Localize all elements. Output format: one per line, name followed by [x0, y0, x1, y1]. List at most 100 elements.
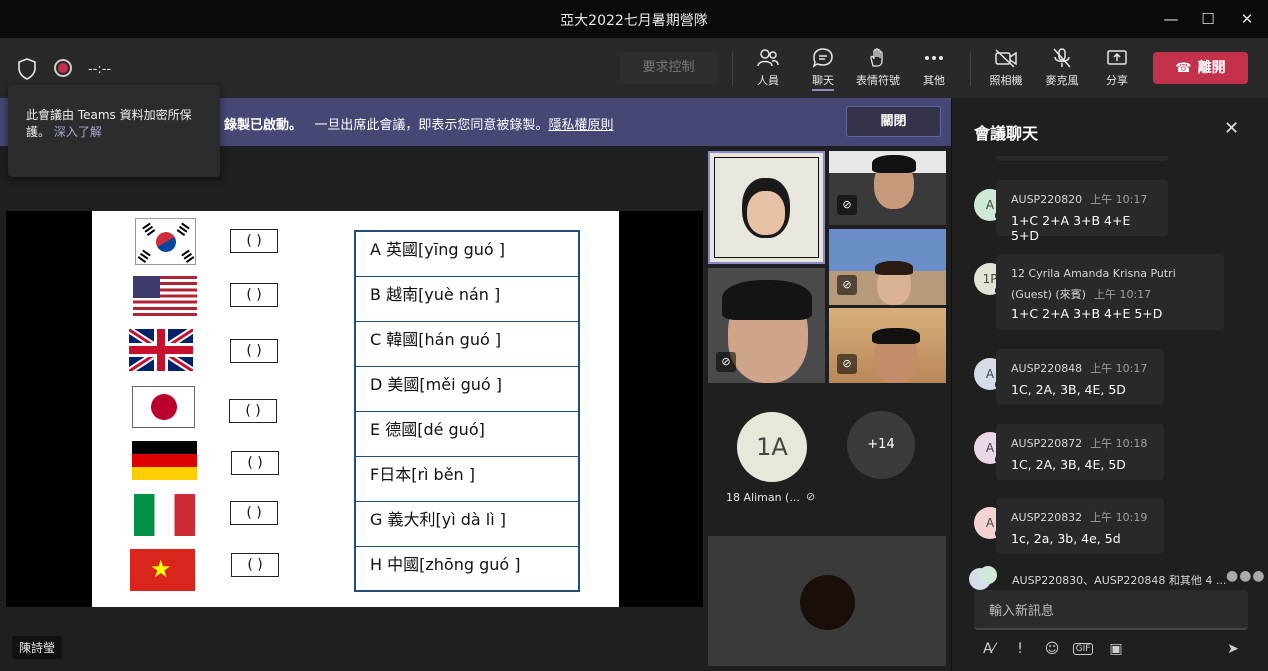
- title-bar: 亞大2022七月暑期營隊 — ☐ ✕: [0, 0, 1268, 38]
- people-label: 人員: [757, 74, 779, 87]
- chat-message[interactable]: AUSP220820 上午 10:17 1+C 2+A 3+B 4+E 5+D: [996, 180, 1168, 243]
- answer-option: B 越南[yuè nán ]: [356, 277, 578, 322]
- answer-blank-1: ( ): [230, 229, 278, 253]
- share-icon: [1107, 50, 1127, 65]
- leave-button[interactable]: ☎ 離開: [1153, 52, 1248, 84]
- mic-off-icon: ⊘: [837, 275, 857, 295]
- shield-icon[interactable]: [17, 58, 37, 84]
- people-icon: [757, 49, 779, 67]
- recording-icon: [54, 59, 72, 77]
- mic-button[interactable]: 麥克風: [1037, 48, 1087, 88]
- meeting-timer: --:--: [88, 62, 112, 77]
- request-control-button[interactable]: 要求控制: [620, 52, 717, 84]
- more-options-icon[interactable]: ●●●: [1226, 568, 1266, 584]
- chat-label: 聊天: [812, 74, 834, 91]
- chat-icon: [812, 48, 833, 68]
- video-tile[interactable]: ⊘: [829, 151, 946, 225]
- send-icon[interactable]: ➤: [1222, 638, 1244, 660]
- answer-blank-7: ( ): [231, 553, 279, 577]
- mic-off-icon: ⊘: [716, 352, 736, 372]
- reactions-button[interactable]: 表情符號: [853, 48, 903, 88]
- uk-flag-icon: [129, 329, 193, 371]
- banner-text: 一旦出席此會議，即表示您同意被錄製。: [314, 118, 549, 133]
- more-button[interactable]: 其他: [909, 48, 959, 88]
- more-label: 其他: [923, 74, 945, 87]
- mic-off-icon: ⊘: [837, 195, 857, 215]
- privacy-policy-link[interactable]: 隱私權原則: [548, 118, 613, 133]
- vietnam-flag-icon: ★: [130, 549, 195, 591]
- participant-avatar[interactable]: 1A: [737, 412, 807, 482]
- chat-message[interactable]: AUSP220832 上午 10:19 1c, 2a, 3b, 4e, 5d: [996, 498, 1164, 554]
- window-title: 亞大2022七月暑期營隊: [560, 13, 708, 29]
- priority-icon[interactable]: !: [1009, 638, 1031, 660]
- typing-indicator: AUSP220830、AUSP220848 和其他 4 ...: [1012, 574, 1227, 587]
- gif-icon[interactable]: GIF: [1072, 638, 1094, 660]
- video-tile[interactable]: ⊘: [708, 268, 825, 383]
- people-button[interactable]: 人員: [743, 48, 793, 88]
- chat-message[interactable]: 12 Cyrila Amanda Krisna Putri (Guest) (來…: [996, 254, 1224, 330]
- share-button[interactable]: 分享: [1092, 48, 1142, 88]
- close-window-icon[interactable]: ✕: [1236, 8, 1258, 30]
- japan-flag-icon: [132, 386, 195, 428]
- close-chat-icon[interactable]: ✕: [1224, 118, 1239, 139]
- answer-option: H 中國[zhōng guó ]: [370, 555, 521, 574]
- video-tile[interactable]: ⊘: [829, 229, 946, 305]
- chat-message[interactable]: AUSP220872 上午 10:18 1C, 2A, 3B, 4E, 5D: [996, 424, 1164, 480]
- answer-option: F日本[rì běn ]: [356, 457, 578, 502]
- banner-prefix: 錄製已啟動。: [224, 118, 303, 133]
- answer-choices: A 英國[yīng guó ] B 越南[yuè nán ] C 韓國[hán …: [354, 230, 580, 592]
- minimize-icon[interactable]: —: [1160, 8, 1182, 30]
- italy-flag-icon: [134, 494, 195, 536]
- maximize-icon[interactable]: ☐: [1197, 8, 1219, 30]
- self-video-tile[interactable]: [708, 536, 946, 666]
- more-participants-button[interactable]: +14: [847, 411, 915, 479]
- emoji-icon[interactable]: ☺: [1041, 638, 1063, 660]
- answer-option: C 韓國[hán guó ]: [356, 322, 578, 367]
- presenter-label: 陳詩瑩: [12, 636, 63, 659]
- encryption-tooltip: 此會議由 Teams 資料加密所保護。 深入了解: [8, 85, 220, 177]
- chat-title: 會議聊天: [974, 124, 1039, 143]
- tooltip-text: 此會議由 Teams 資料加密所保護。: [26, 108, 192, 139]
- reactions-label: 表情符號: [856, 74, 900, 87]
- message-time: 上午 10:18: [1090, 437, 1148, 450]
- group-avatar-icon: [969, 566, 999, 592]
- chat-input[interactable]: 輸入新訊息: [974, 590, 1248, 630]
- message-time: 上午 10:17: [1090, 362, 1148, 375]
- format-icon[interactable]: A⁄: [978, 638, 1000, 660]
- leave-label: 離開: [1197, 60, 1226, 76]
- message-body: 1+C 2+A 3+B 4+E 5+D: [1011, 306, 1163, 321]
- message-body: 1C, 2A, 3B, 4E, 5D: [1011, 457, 1126, 472]
- answer-blank-3: ( ): [230, 339, 278, 363]
- message-time: 上午 10:17: [1093, 288, 1152, 301]
- korea-flag-icon: [135, 218, 196, 265]
- answer-blank-5: ( ): [231, 451, 279, 475]
- hand-icon: [870, 48, 883, 67]
- video-tile[interactable]: ⊘: [829, 308, 946, 383]
- ellipsis-icon: [925, 56, 943, 60]
- answer-blank-6: ( ): [230, 501, 278, 525]
- sender-name: AUSP220872: [1011, 437, 1083, 450]
- camera-button[interactable]: 照相機: [981, 48, 1031, 88]
- message-body: 1c, 2a, 3b, 4e, 5d: [1011, 531, 1121, 546]
- sender-name: AUSP220820: [1011, 193, 1083, 206]
- toolbar-divider: [970, 52, 971, 86]
- video-tile[interactable]: [708, 151, 825, 264]
- toolbar-divider: [732, 52, 733, 86]
- banner-close-button[interactable]: 關閉: [846, 106, 941, 137]
- sticker-icon[interactable]: ▣: [1105, 638, 1127, 660]
- sender-name: AUSP220848: [1011, 362, 1083, 375]
- chat-message[interactable]: AUSP220848 上午 10:17 1C, 2A, 3B, 4E, 5D: [996, 349, 1164, 405]
- chat-panel: 會議聊天 ✕ A AUSP220820 上午 10:17 1+C 2+A 3+B …: [951, 98, 1268, 671]
- learn-more-link[interactable]: 深入了解: [54, 125, 102, 139]
- answer-blank-4: ( ): [229, 399, 277, 423]
- sender-name: AUSP220832: [1011, 511, 1083, 524]
- mic-label: 麥克風: [1045, 74, 1079, 87]
- camera-off-icon: [995, 49, 1017, 68]
- answer-blank-2: ( ): [230, 283, 278, 307]
- chat-button[interactable]: 聊天: [798, 48, 848, 91]
- answer-option: G 義大利[yì dà lì ]: [356, 502, 578, 547]
- answer-option: D 美國[měi guó ]: [356, 367, 578, 412]
- germany-flag-icon: [132, 441, 197, 480]
- mic-off-icon: ⊘: [806, 490, 816, 503]
- message-body: 1+C 2+A 3+B 4+E 5+D: [1011, 213, 1131, 243]
